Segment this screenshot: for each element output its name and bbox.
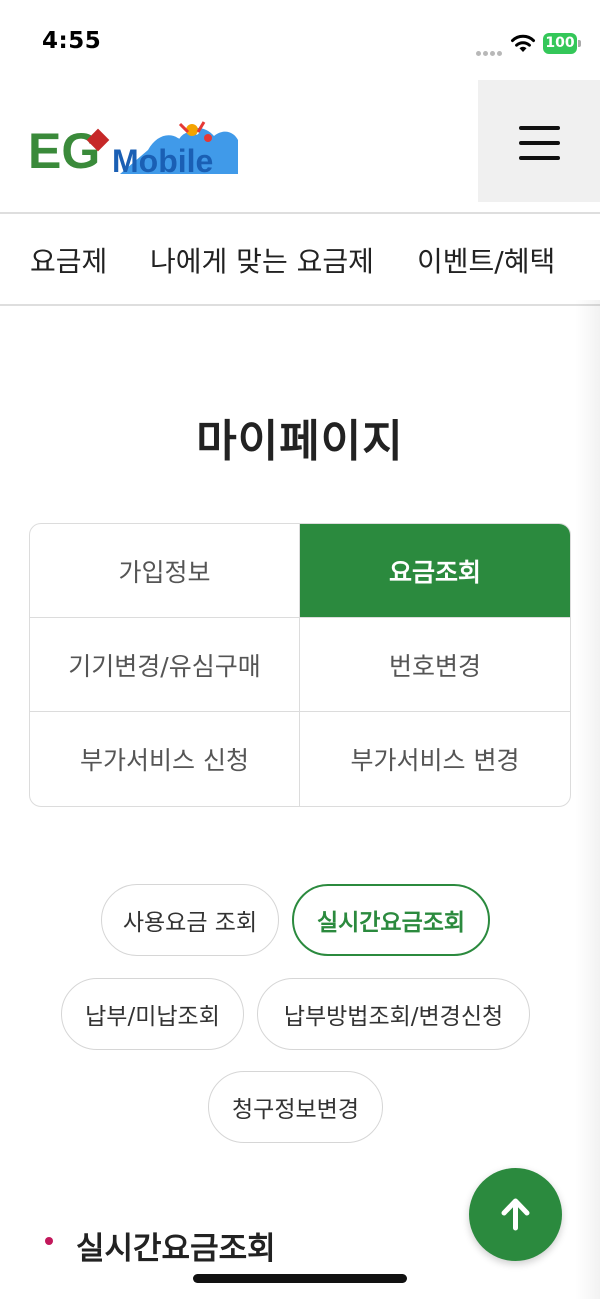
menu-item-device-change[interactable]: 기기변경/유심구매	[30, 618, 300, 712]
submenu-payment-status[interactable]: 납부/미납조회	[61, 978, 244, 1050]
page-title: 마이페이지	[196, 416, 404, 467]
page: 4:55 100 EG Mobile 요금제 나에게 맞는 요금제 이벤트/혜택…	[0, 0, 600, 1299]
arrow-up-icon	[501, 1198, 530, 1231]
menu-item-addon-apply[interactable]: 부가서비스 신청	[30, 712, 300, 806]
menu-item-number-change[interactable]: 번호변경	[300, 618, 570, 712]
logo-wordmark: Mobile	[112, 143, 213, 174]
battery-icon: 100	[543, 33, 577, 54]
nav-divider	[0, 304, 600, 306]
submenu-billing-info[interactable]: 청구정보변경	[208, 1071, 383, 1143]
nav-item-events[interactable]: 이벤트/혜택	[417, 240, 555, 280]
mypage-menu-grid: 가입정보 요금조회 기기변경/유심구매 번호변경 부가서비스 신청 부가서비스 …	[29, 523, 571, 807]
hamburger-icon	[519, 126, 560, 130]
nav-item-plans[interactable]: 요금제	[30, 240, 107, 280]
section-title: 실시간요금조회	[76, 1231, 276, 1267]
header: EG Mobile	[0, 80, 600, 212]
edge-shadow	[575, 300, 600, 1299]
status-bar: 4:55 100	[0, 0, 600, 80]
submenu-realtime-fee[interactable]: 실시간요금조회	[292, 884, 490, 956]
main-nav: 요금제 나에게 맞는 요금제 이벤트/혜택	[0, 214, 600, 306]
eg-mobile-logo[interactable]: EG Mobile	[28, 118, 238, 174]
submenu-payment-method[interactable]: 납부방법조회/변경신청	[257, 978, 530, 1050]
menu-item-addon-change[interactable]: 부가서비스 변경	[300, 712, 570, 806]
hamburger-menu-button[interactable]	[478, 80, 600, 202]
home-indicator	[193, 1274, 407, 1283]
nav-item-recommended-plans[interactable]: 나에게 맞는 요금제	[150, 240, 374, 280]
cellular-signal-icon	[476, 41, 504, 60]
menu-item-subscription-info[interactable]: 가입정보	[30, 524, 300, 618]
battery-cap	[578, 40, 581, 47]
logo-letters: EG	[28, 123, 100, 174]
section-bullet	[45, 1237, 53, 1245]
status-time: 4:55	[42, 28, 102, 54]
menu-item-fee-inquiry[interactable]: 요금조회	[300, 524, 570, 618]
scroll-top-button[interactable]	[469, 1168, 562, 1261]
submenu-usage-fee[interactable]: 사용요금 조회	[101, 884, 279, 956]
wifi-icon	[511, 34, 535, 52]
